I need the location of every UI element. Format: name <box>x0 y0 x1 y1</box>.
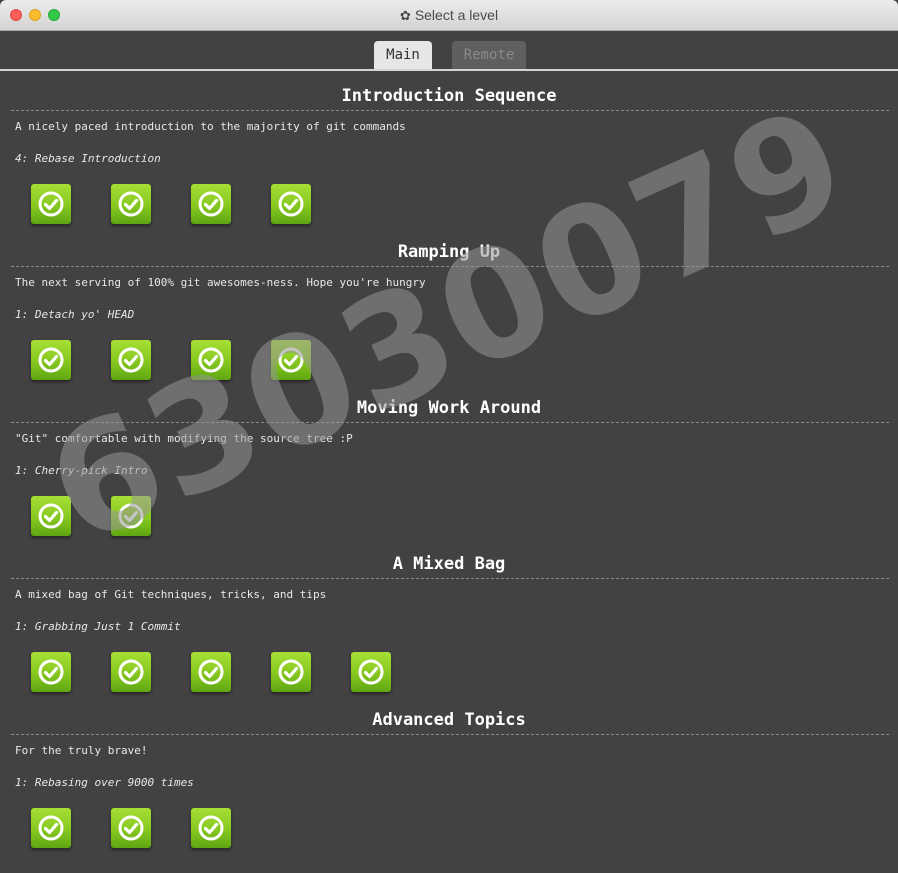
section-description: A nicely paced introduction to the major… <box>15 120 406 133</box>
tab-remote[interactable]: Remote <box>452 41 526 69</box>
level-section: Moving Work Around "Git" comfortable with… <box>0 383 898 539</box>
checkmark-icon <box>37 502 65 530</box>
level-button-completed[interactable] <box>31 652 71 692</box>
level-button-completed[interactable] <box>111 340 151 380</box>
level-section: Advanced Topics For the truly brave! 1: Re… <box>0 695 898 851</box>
level-button-completed[interactable] <box>191 340 231 380</box>
checkmark-icon <box>197 658 225 686</box>
level-button-completed[interactable] <box>271 652 311 692</box>
level-button-completed[interactable] <box>111 652 151 692</box>
section-divider <box>11 734 889 735</box>
level-button-completed[interactable] <box>271 184 311 224</box>
checkmark-icon <box>277 658 305 686</box>
section-current-level: 1: Detach yo' HEAD <box>15 308 135 321</box>
level-list: Introduction Sequence A nicely paced intr… <box>0 71 898 851</box>
level-section: Introduction Sequence A nicely paced intr… <box>0 71 898 227</box>
section-description: "Git" comfortable with modifying the sou… <box>15 432 353 445</box>
tab-bar: Main Remote <box>0 31 898 71</box>
level-button-completed[interactable] <box>111 808 151 848</box>
level-button-completed[interactable] <box>191 184 231 224</box>
section-divider <box>11 110 889 111</box>
checkmark-icon <box>37 346 65 374</box>
section-current-level: 4: Rebase Introduction <box>15 152 161 165</box>
level-buttons <box>31 808 898 848</box>
level-section: A Mixed Bag A mixed bag of Git techniques… <box>0 539 898 695</box>
level-button-completed[interactable] <box>191 652 231 692</box>
checkmark-icon <box>37 190 65 218</box>
checkmark-icon <box>277 190 305 218</box>
section-current-level: 1: Rebasing over 9000 times <box>15 776 194 789</box>
checkmark-icon <box>357 658 385 686</box>
level-button-completed[interactable] <box>31 808 71 848</box>
section-title: Introduction Sequence <box>341 86 557 106</box>
section-title: Ramping Up <box>397 242 501 262</box>
section-title: Advanced Topics <box>372 710 526 730</box>
checkmark-icon <box>117 502 145 530</box>
checkmark-icon <box>37 814 65 842</box>
level-button-completed[interactable] <box>191 808 231 848</box>
level-button-completed[interactable] <box>111 496 151 536</box>
section-description: A mixed bag of Git techniques, tricks, a… <box>15 588 327 601</box>
gear-icon: ✿ <box>399 8 411 23</box>
section-description: For the truly brave! <box>15 744 148 757</box>
level-buttons <box>31 184 898 224</box>
level-buttons <box>31 652 898 692</box>
checkmark-icon <box>117 814 145 842</box>
section-divider <box>11 422 889 423</box>
section-description: The next serving of 100% git awesomes-ne… <box>15 276 426 289</box>
checkmark-icon <box>197 346 225 374</box>
level-button-completed[interactable] <box>31 496 71 536</box>
section-title: A Mixed Bag <box>392 554 506 574</box>
section-divider <box>11 578 889 579</box>
level-button-completed[interactable] <box>271 340 311 380</box>
checkmark-icon <box>37 658 65 686</box>
checkmark-icon <box>197 814 225 842</box>
level-button-completed[interactable] <box>31 184 71 224</box>
level-section: Ramping Up The next serving of 100% git a… <box>0 227 898 383</box>
section-title: Moving Work Around <box>356 398 542 418</box>
level-buttons <box>31 340 898 380</box>
section-divider <box>11 266 889 267</box>
tab-main[interactable]: Main <box>374 41 432 69</box>
checkmark-icon <box>117 658 145 686</box>
checkmark-icon <box>117 190 145 218</box>
level-button-completed[interactable] <box>111 184 151 224</box>
title-bar: ✿ Select a level <box>0 0 898 31</box>
level-button-completed[interactable] <box>351 652 391 692</box>
window-title: ✿ Select a level <box>0 7 898 24</box>
level-button-completed[interactable] <box>31 340 71 380</box>
checkmark-icon <box>197 190 225 218</box>
app-window: ✿ Select a level Main Remote Introduction… <box>0 0 898 873</box>
level-buttons <box>31 496 898 536</box>
window-title-text: Select a level <box>414 7 499 23</box>
checkmark-icon <box>277 346 305 374</box>
checkmark-icon <box>117 346 145 374</box>
section-current-level: 1: Grabbing Just 1 Commit <box>15 620 181 633</box>
section-current-level: 1: Cherry-pick Intro <box>15 464 148 477</box>
